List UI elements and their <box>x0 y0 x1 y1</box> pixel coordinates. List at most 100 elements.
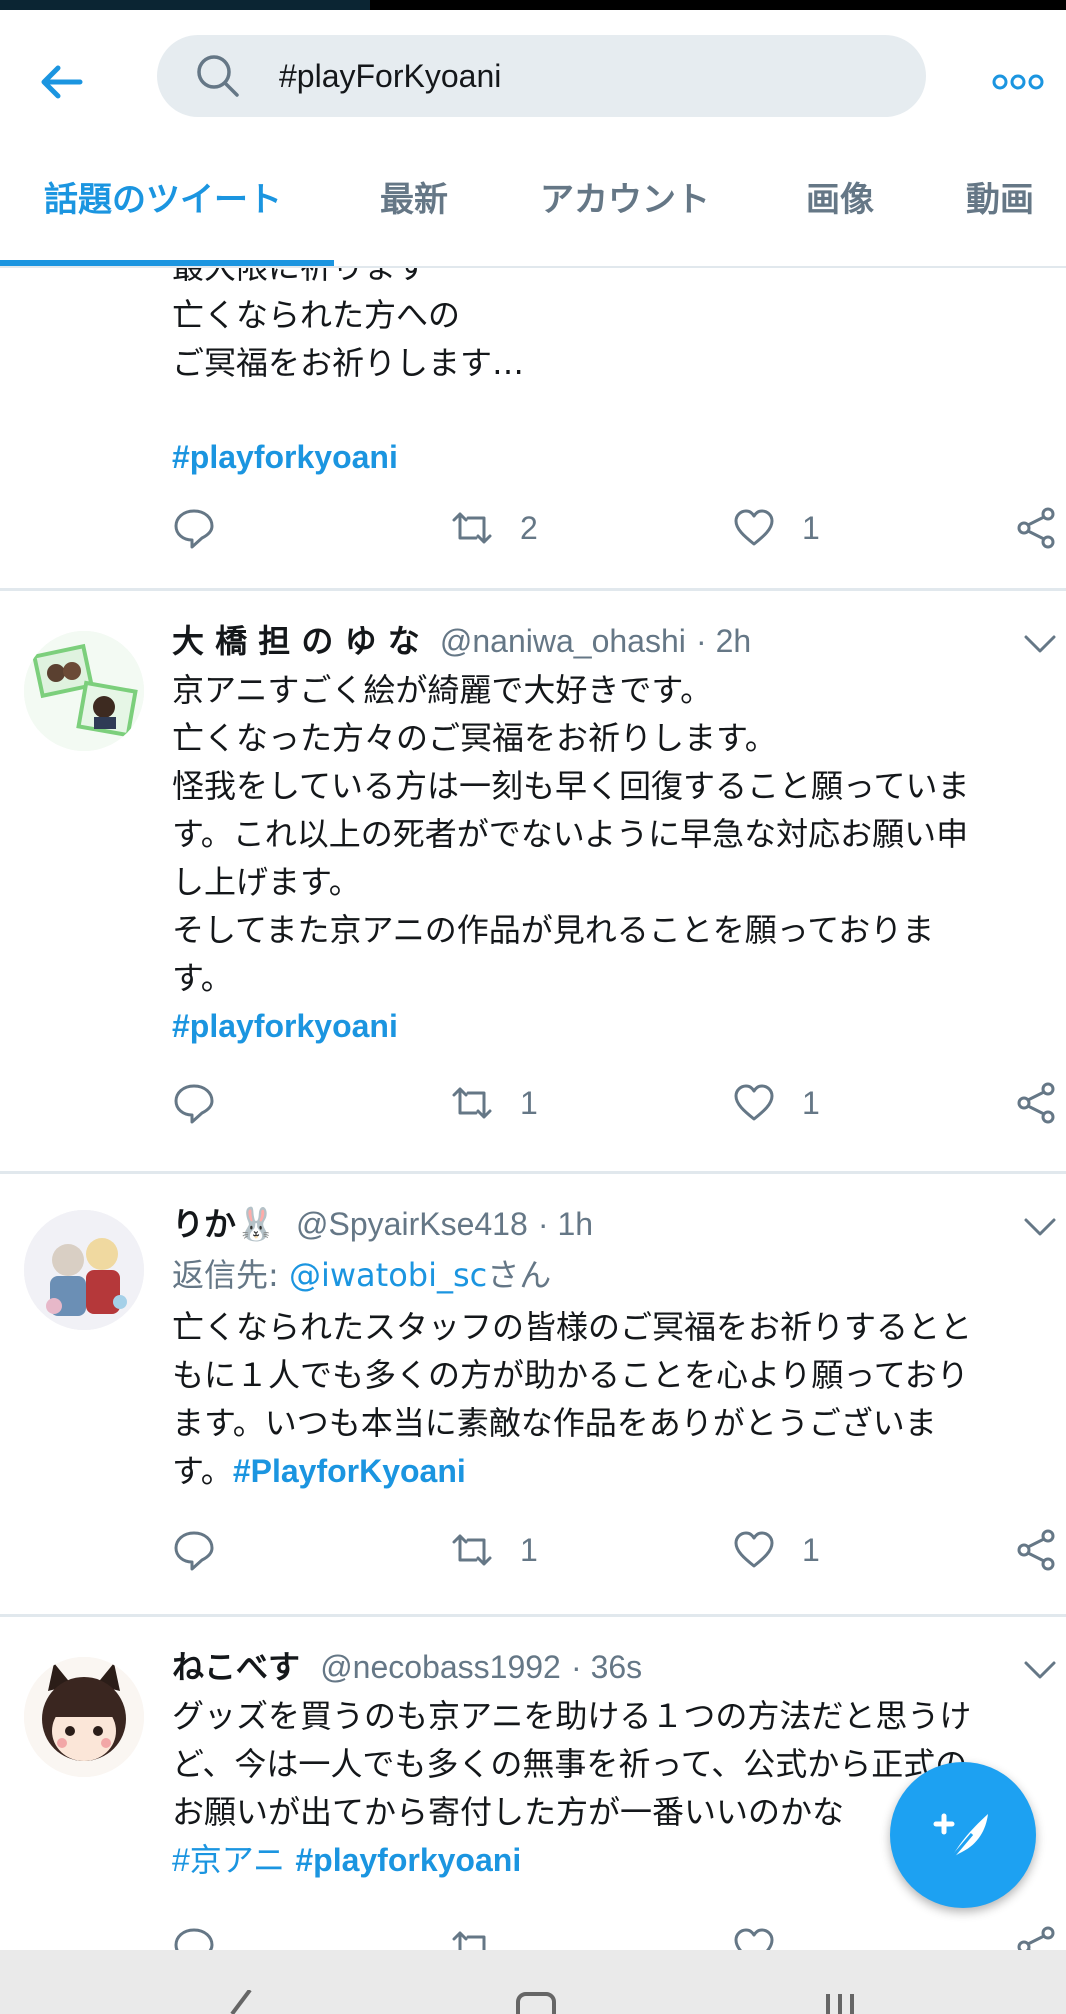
tweet-header: りか🐰 @SpyairKse418 · 1h <box>172 1205 594 1243</box>
tweet-actions: 2 1 <box>0 498 1066 558</box>
tweet-time: 36s <box>590 1649 643 1685</box>
tweet-text-line: 最大限に祈ります <box>172 268 428 291</box>
hashtag-link[interactable]: #playforkyoani <box>295 1842 521 1878</box>
tweet-actions <box>0 1917 1066 1950</box>
search-query: #playForKyoani <box>279 58 502 94</box>
user-handle[interactable]: @naniwa_ohashi <box>440 623 686 659</box>
reply-to-link[interactable]: @iwatobi_sc <box>289 1256 487 1294</box>
share-icon <box>1017 1926 1055 1950</box>
tweet-time: 2h <box>715 623 752 659</box>
tweet-text-line: 亡くなられたスタッフの皆様のご冥福をお祈りするとと <box>172 1308 973 1346</box>
compose-tweet-button[interactable] <box>890 1762 1036 1908</box>
tweet-text-line: そしてまた京アニの作品が見れることを願っておりま <box>172 911 935 949</box>
avatar[interactable] <box>24 1210 144 1330</box>
tweet-text-line: グッズを買うのも京アニを助ける１つの方法だと思うけ <box>172 1697 972 1735</box>
like-button[interactable]: 1 <box>732 1520 820 1580</box>
chevron-down-icon[interactable] <box>1020 629 1060 659</box>
more-horizontal-icon <box>992 74 1044 90</box>
top-bar: #playForKyoani <box>0 10 1066 140</box>
nav-back-icon[interactable] <box>220 1990 260 2014</box>
retweet-button[interactable]: 1 <box>450 1073 538 1133</box>
heart-icon <box>734 1531 774 1568</box>
avatar-image <box>24 631 144 751</box>
nav-home-icon[interactable] <box>514 1990 558 2014</box>
back-button[interactable] <box>30 50 94 114</box>
more-button[interactable] <box>990 60 1046 104</box>
tweet-header: 大 橋 担 の ゆ な @naniwa_ohashi · 2h <box>172 622 752 660</box>
tweet-time: 1h <box>557 1206 594 1242</box>
tweet-feed: 最大限に祈ります 亡くなられた方への ご冥福をお祈りします… #playfork… <box>0 268 1066 1950</box>
user-name[interactable]: 大 橋 担 の ゆ な <box>172 622 420 660</box>
hashtag-link[interactable]: #playforkyoani <box>172 434 398 481</box>
reply-icon <box>174 1928 214 1950</box>
user-name[interactable]: ねこべす <box>172 1648 300 1686</box>
like-button[interactable]: 1 <box>732 1073 820 1133</box>
reply-button[interactable] <box>172 1073 216 1133</box>
retweet-button[interactable]: 2 <box>450 498 538 558</box>
heart-icon <box>734 1928 774 1950</box>
avatar-image <box>24 1657 144 1777</box>
avatar[interactable] <box>24 1657 144 1777</box>
tweet-text-line: お願いが出てから寄付した方が一番いいのかな <box>172 1793 845 1831</box>
share-icon <box>1017 507 1055 549</box>
nav-recents-icon[interactable] <box>820 1990 860 2014</box>
tweet[interactable]: りか🐰 @SpyairKse418 · 1h 返信先: @iwatobi_scさ… <box>0 1174 1066 1614</box>
tweet-text-line: す。これ以上の死者がでないように早急な対応お願い申 <box>172 815 969 853</box>
avatar[interactable] <box>24 631 144 751</box>
share-button[interactable] <box>1014 1520 1058 1580</box>
retweet-count: 1 <box>520 1084 538 1121</box>
tweet-text-line: もに１人でも多くの方が助かることを心より願っており <box>172 1356 969 1394</box>
retweet-button[interactable]: 1 <box>450 1520 538 1580</box>
reply-button[interactable] <box>172 498 216 558</box>
hashtag-link[interactable]: #京アニ <box>172 1842 285 1878</box>
tweet-text-line: ど、今は一人でも多くの無事を祈って、公式から正式の <box>172 1745 968 1783</box>
share-button[interactable] <box>1014 498 1058 558</box>
like-count: 1 <box>802 1084 820 1121</box>
retweet-icon <box>452 1931 486 1950</box>
user-name[interactable]: りか🐰 <box>172 1205 276 1243</box>
reply-button[interactable] <box>172 1917 216 1950</box>
hashtag-link[interactable]: #PlayforKyoani <box>233 1453 466 1489</box>
tweet-text-line: 怪我をしている方は一刻も早く回復すること願っていま <box>172 767 970 805</box>
chevron-down-icon[interactable] <box>1020 1655 1060 1685</box>
user-handle[interactable]: @SpyairKse418 <box>296 1206 528 1242</box>
like-button[interactable]: 1 <box>732 498 820 558</box>
search-input[interactable]: #playForKyoani <box>157 35 926 117</box>
user-handle[interactable]: @necobass1992 <box>320 1649 561 1685</box>
tab-latest[interactable]: 最新 <box>380 140 448 268</box>
avatar-image <box>24 1210 144 1330</box>
active-tab-indicator <box>0 260 334 266</box>
share-icon <box>1017 1529 1055 1571</box>
retweet-count: 2 <box>520 509 538 546</box>
tab-videos[interactable]: 動画 <box>966 140 1034 268</box>
tweet-text-line: ご冥福をお祈りします… <box>172 344 525 382</box>
retweet-icon <box>452 1534 492 1566</box>
tweet-text-line: す。 <box>172 959 233 997</box>
share-icon <box>1017 1082 1055 1124</box>
arrow-left-icon <box>41 65 83 99</box>
tweet[interactable]: ねこべす @necobass1992 · 36s グッズを買うのも京アニを助ける… <box>0 1617 1066 1950</box>
tweet-actions: 1 1 <box>0 1520 1066 1580</box>
reply-icon <box>174 509 214 549</box>
tweet[interactable]: 大 橋 担 の ゆ な @naniwa_ohashi · 2h 京アニすごく絵が… <box>0 591 1066 1171</box>
chevron-down-icon[interactable] <box>1020 1212 1060 1242</box>
tweet-text-line: し上げます。 <box>172 863 361 901</box>
tweet-text-line: 京アニすごく絵が綺麗で大好きです。 <box>172 671 713 709</box>
share-button[interactable] <box>1014 1073 1058 1133</box>
search-tabs: 話題のツイート 最新 アカウント 画像 動画 <box>0 140 1066 268</box>
tab-images[interactable]: 画像 <box>806 140 874 268</box>
reply-button[interactable] <box>172 1520 216 1580</box>
tweet-text-line: #京アニ #playforkyoani <box>172 1837 521 1884</box>
tab-top-tweets[interactable]: 話題のツイート <box>44 140 282 268</box>
reply-to-label: 返信先: @iwatobi_scさん <box>172 1256 552 1294</box>
share-button[interactable] <box>1014 1917 1058 1950</box>
heart-icon <box>734 1084 774 1121</box>
like-count: 1 <box>802 1531 820 1568</box>
compose-tweet-icon <box>933 1813 988 1861</box>
hashtag-link[interactable]: #playforkyoani <box>172 1003 398 1050</box>
like-button[interactable] <box>732 1917 776 1950</box>
status-bar <box>0 0 1066 10</box>
tab-accounts[interactable]: アカウント <box>540 140 710 268</box>
tweet-text-line: 亡くなられた方への <box>172 296 461 334</box>
retweet-button[interactable] <box>450 1917 494 1950</box>
